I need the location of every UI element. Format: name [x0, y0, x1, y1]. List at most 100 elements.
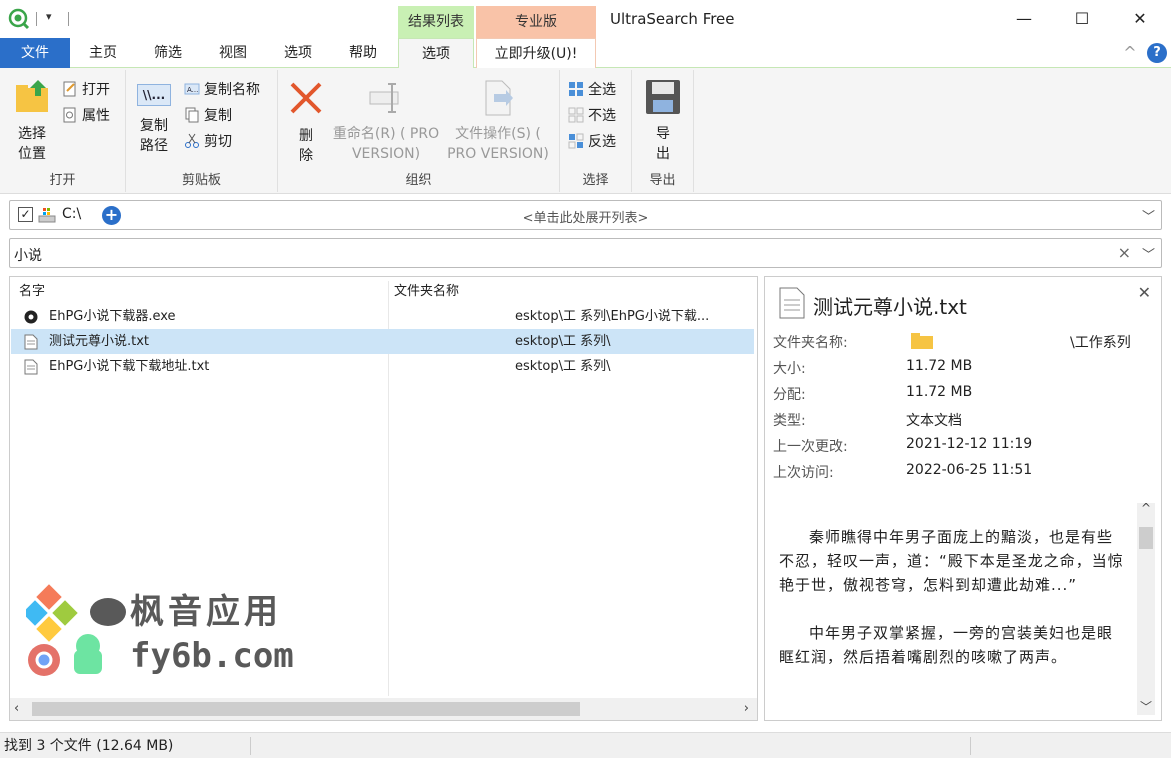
invert-selection-label: 反选 — [588, 134, 616, 150]
column-header-name[interactable]: 名字 — [19, 277, 387, 303]
open-button[interactable]: 打开 — [62, 78, 110, 102]
expand-list-hint[interactable]: <单击此处展开列表> — [10, 207, 1161, 226]
tab-home[interactable]: 主页 — [75, 38, 131, 68]
copy-path-button[interactable]: \\... 复制路径 — [134, 84, 174, 156]
invert-selection-button[interactable]: 反选 — [568, 130, 616, 154]
select-group-label: 选择 — [582, 173, 609, 188]
svg-text:A...: A... — [187, 86, 198, 94]
clear-search-icon[interactable]: × — [1118, 243, 1131, 262]
window-title: UltraSearch Free — [610, 10, 735, 28]
export-label: 导出 — [656, 126, 670, 162]
rename-label: 重命名(R) ( PRO VERSION) — [332, 126, 440, 162]
export-button[interactable]: 导出 — [640, 78, 686, 164]
tab-upgrade[interactable]: 立即升级(U)! — [476, 38, 596, 68]
preview-panel: 测试元尊小说.txt ✕ 文件夹名称: \工作系列 大小: 11.72 MB 分… — [764, 276, 1162, 721]
properties-icon — [63, 107, 76, 123]
close-preview-icon[interactable]: ✕ — [1138, 283, 1151, 302]
vertical-scrollbar[interactable]: ^ ﹀ — [1137, 501, 1155, 715]
search-field[interactable]: 小说 × ﹀ — [9, 238, 1162, 268]
choose-location-label: 选择位置 — [18, 126, 46, 162]
ribbon-group-clipboard: \\... 复制路径 A... 复制名称 复制 剪切 剪贴板 — [126, 70, 278, 192]
copy-name-button[interactable]: A... 复制名称 — [184, 78, 260, 102]
select-none-label: 不选 — [588, 108, 616, 124]
copy-button[interactable]: 复制 — [184, 104, 232, 128]
column-header-folder[interactable]: 文件夹名称 — [394, 277, 734, 303]
preview-paragraph: 秦师瞧得中年男子面庞上的黯淡，也是有些不忍，轻叹一声，道：“殿下本是圣龙之命，当… — [779, 528, 1124, 594]
file-name: EhPG小说下载器.exe — [49, 309, 176, 324]
close-button[interactable]: ✕ — [1111, 0, 1169, 38]
file-ops-button[interactable]: 文件操作(S) ( PRO VERSION) — [444, 78, 552, 164]
prop-label: 文件夹名称: — [773, 335, 848, 351]
minimize-button[interactable]: — — [995, 0, 1053, 38]
status-bar: 找到 3 个文件 (12.64 MB) — [0, 732, 1171, 758]
help-icon[interactable]: ? — [1147, 43, 1167, 63]
clipboard-group-label: 剪贴板 — [181, 173, 221, 188]
scrollbar-thumb[interactable] — [32, 702, 580, 716]
prop-label: 分配: — [773, 387, 806, 403]
copy-path-label: 复制路径 — [140, 118, 168, 154]
scroll-down-icon[interactable]: ﹀ — [1140, 698, 1152, 715]
collapse-ribbon-icon[interactable]: ^ — [1120, 38, 1140, 68]
app-search-icon[interactable] — [8, 8, 30, 30]
text-file-icon — [24, 334, 38, 350]
horizontal-scrollbar[interactable]: ‹ › — [10, 698, 757, 720]
prop-value: 11.72 MB — [906, 384, 973, 400]
table-row[interactable]: 测试元尊小说.txt esktop\工 系列\ — [11, 329, 754, 354]
tab-filter[interactable]: 筛选 — [140, 38, 196, 68]
scroll-right-icon[interactable]: › — [744, 701, 749, 716]
watermark-logo: 枫音应用 fy6b.com — [22, 582, 316, 682]
tab-options[interactable]: 选项 — [270, 38, 326, 68]
location-bar[interactable]: ✓ C:\ + <单击此处展开列表> ﹀ — [9, 200, 1162, 230]
quick-access-dropdown-icon[interactable]: ▾ — [46, 10, 52, 23]
rename-button[interactable]: 重命名(R) ( PRO VERSION) — [332, 78, 440, 164]
ribbon-group-open: 选择位置 打开 属性 打开 — [0, 70, 126, 192]
scroll-left-icon[interactable]: ‹ — [14, 701, 19, 716]
ribbon: 选择位置 打开 属性 打开 \\... 复制路径 A... 复制名称 复制 剪切 … — [0, 68, 1171, 194]
context-tab-results[interactable]: 结果列表 — [398, 6, 474, 38]
prop-label: 上一次更改: — [773, 439, 848, 455]
chevron-down-icon[interactable]: ﹀ — [1142, 244, 1155, 263]
select-all-button[interactable]: 全选 — [568, 78, 616, 102]
properties-label: 属性 — [82, 108, 110, 124]
folder-up-icon — [16, 80, 48, 112]
tab-view[interactable]: 视图 — [205, 38, 261, 68]
delete-button[interactable]: 删除 — [284, 78, 328, 166]
folder-name: esktop\工 系列\ — [515, 359, 611, 374]
tab-file[interactable]: 文件 — [0, 38, 70, 68]
prop-label: 上次访问: — [773, 465, 834, 481]
ribbon-group-organize: 删除 重命名(R) ( PRO VERSION) 文件操作(S) ( PRO V… — [278, 70, 560, 192]
table-row[interactable]: EhPG小说下载下载地址.txt esktop\工 系列\ — [11, 354, 754, 379]
select-none-button[interactable]: 不选 — [568, 104, 616, 128]
text-file-icon — [779, 287, 805, 319]
invert-selection-icon — [568, 133, 584, 149]
copy-path-icon: \\... — [137, 84, 171, 106]
file-ops-label: 文件操作(S) ( PRO VERSION) — [447, 126, 549, 162]
ribbon-group-select: 全选 不选 反选 选择 — [560, 70, 632, 192]
exe-icon — [24, 310, 38, 324]
file-ops-icon — [485, 80, 513, 116]
folder-name: esktop\工 系列\EhPG小说下载... — [515, 309, 710, 324]
file-name: EhPG小说下载下载地址.txt — [49, 359, 210, 374]
maximize-button[interactable]: ☐ — [1053, 0, 1111, 38]
copy-name-icon: A... — [184, 83, 200, 95]
tab-results-options[interactable]: 选项 — [398, 38, 474, 69]
properties-button[interactable]: 属性 — [62, 104, 110, 128]
quick-access-separator — [36, 12, 37, 26]
chevron-down-icon[interactable]: ﹀ — [1142, 206, 1155, 225]
text-file-icon — [24, 359, 38, 375]
prop-value: 11.72 MB — [906, 358, 973, 374]
status-divider — [970, 737, 971, 755]
quick-access-separator — [68, 12, 69, 26]
preview-text[interactable]: 秦师瞧得中年男子面庞上的黯淡，也是有些不忍，轻叹一声，道：“殿下本是圣龙之命，当… — [779, 525, 1125, 693]
scrollbar-thumb[interactable] — [1139, 527, 1153, 549]
cut-button[interactable]: 剪切 — [184, 130, 232, 154]
copy-name-label: 复制名称 — [204, 82, 260, 98]
tab-help[interactable]: 帮助 — [335, 38, 391, 68]
select-all-label: 全选 — [588, 82, 616, 98]
table-row[interactable]: EhPG小说下载器.exe esktop\工 系列\EhPG小说下载... — [11, 304, 754, 329]
save-disk-icon — [646, 80, 680, 114]
search-input[interactable]: 小说 — [14, 245, 42, 265]
choose-location-button[interactable]: 选择位置 — [6, 76, 58, 164]
context-tab-pro[interactable]: 专业版 — [476, 6, 596, 38]
scroll-up-icon[interactable]: ^ — [1141, 501, 1151, 515]
